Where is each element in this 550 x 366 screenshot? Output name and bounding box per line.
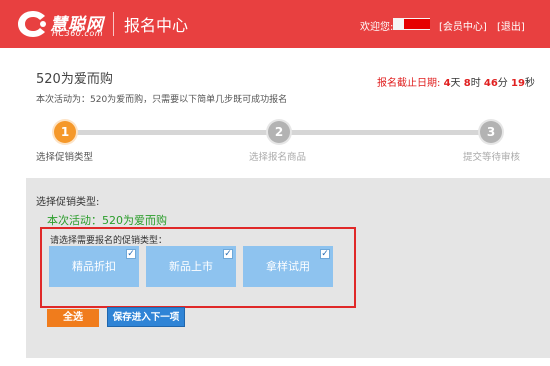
type-card-discount[interactable]: 精品折扣 ✓ bbox=[49, 246, 139, 287]
hc360-logo-icon bbox=[18, 11, 46, 37]
deadline-days: 4 bbox=[443, 78, 451, 89]
username-redacted bbox=[393, 18, 430, 30]
step-2-circle: 2 bbox=[268, 121, 290, 143]
current-activity: 本次活动：520为爱而购 bbox=[47, 214, 167, 227]
minutes-unit: 分 bbox=[497, 78, 508, 89]
checkbox-checked-icon[interactable]: ✓ bbox=[320, 249, 330, 259]
deadline-hours: 8 bbox=[463, 78, 471, 89]
step-3-circle: 3 bbox=[480, 121, 502, 143]
brand-domain: HC360.com bbox=[52, 29, 103, 38]
save-next-button[interactable]: 保存进入下一项 bbox=[107, 307, 185, 327]
checkbox-checked-icon[interactable]: ✓ bbox=[223, 249, 233, 259]
type-card-label: 新品上市 bbox=[169, 260, 213, 273]
activity-description: 本次活动为：520为爱而购，只需要以下简单几步既可成功报名 bbox=[36, 95, 288, 105]
checkbox-checked-icon[interactable]: ✓ bbox=[126, 249, 136, 259]
type-card-label: 精品折扣 bbox=[72, 260, 116, 273]
seconds-unit: 秒 bbox=[524, 78, 535, 89]
step-1-circle: 1 bbox=[54, 121, 76, 143]
deadline-countdown: 报名截止日期: 4天 8时 46分 19秒 bbox=[377, 74, 535, 89]
deadline-minutes: 46 bbox=[483, 78, 498, 89]
deadline-seconds: 19 bbox=[510, 78, 525, 89]
promotion-type-label: 选择促销类型: bbox=[36, 197, 100, 208]
type-card-label: 拿样试用 bbox=[266, 260, 310, 273]
days-unit: 天 bbox=[450, 78, 461, 89]
hours-unit: 时 bbox=[470, 78, 481, 89]
welcome-text: 欢迎您: bbox=[360, 22, 394, 33]
hc360-logo[interactable]: 慧聪网 HC360.com bbox=[16, 7, 108, 41]
step-1-label: 选择促销类型 bbox=[36, 152, 94, 163]
type-card-sample-trial[interactable]: 拿样试用 ✓ bbox=[243, 246, 333, 287]
page-title: 报名中心 bbox=[124, 16, 189, 35]
member-center-link[interactable]: [会员中心] bbox=[439, 18, 487, 33]
header-divider bbox=[113, 12, 114, 36]
step-connector-1 bbox=[76, 130, 270, 135]
select-all-button[interactable]: 全选 bbox=[47, 309, 99, 327]
step-2-label: 选择报名商品 bbox=[249, 152, 307, 163]
activity-title: 520为爱而购 bbox=[36, 72, 113, 87]
logout-link[interactable]: [退出] bbox=[497, 18, 525, 33]
step-3-label: 提交等待审核 bbox=[463, 152, 521, 163]
promotion-type-prompt: 请选择需要报名的促销类型： bbox=[50, 236, 168, 246]
deadline-label: 报名截止日期: bbox=[377, 78, 441, 89]
header-bar: 慧聪网 HC360.com 报名中心 欢迎您: [会员中心] [退出] bbox=[0, 0, 550, 48]
type-card-new-arrival[interactable]: 新品上市 ✓ bbox=[146, 246, 236, 287]
step-connector-2 bbox=[290, 130, 480, 135]
